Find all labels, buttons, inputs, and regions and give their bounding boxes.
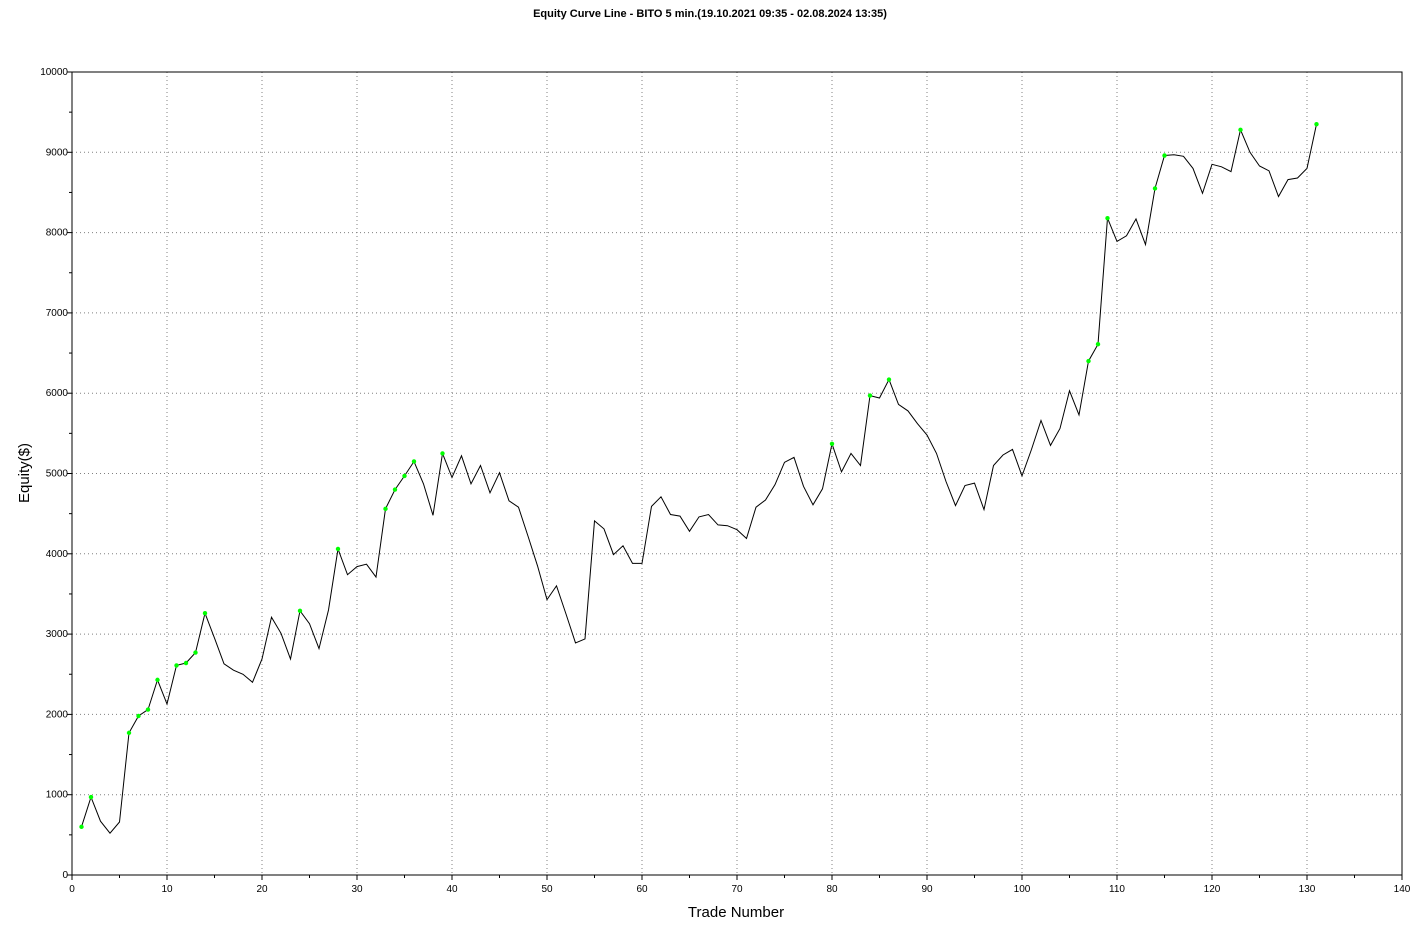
- equity-high-marker: [867, 393, 873, 398]
- equity-high-marker: [1105, 215, 1110, 221]
- x-tick-label: 70: [731, 884, 743, 895]
- x-tick-label: 80: [826, 884, 838, 895]
- x-axis: 0 10 20 30 40 50 60 70 80 90 100 110 120 130 140: [69, 875, 1411, 895]
- equity-high-marker: [202, 611, 208, 616]
- x-tick-label: 40: [446, 884, 458, 895]
- equity-series: [79, 121, 1319, 834]
- x-tick-label: 140: [1394, 884, 1411, 895]
- y-tick-label: 10000: [40, 67, 68, 78]
- equity-high-marker: [297, 608, 303, 614]
- y-tick-label: 5000: [46, 469, 69, 480]
- x-tick-label: 50: [541, 884, 553, 895]
- y-tick-label: 8000: [46, 228, 69, 239]
- equity-high-marker: [411, 459, 417, 464]
- equity-chart: Equity Curve Line - BITO 5 min.(19.10.20…: [16, 8, 1411, 921]
- chart-title: Equity Curve Line - BITO 5 min.(19.10.20…: [533, 8, 887, 20]
- equity-high-marker: [1095, 342, 1101, 347]
- equity-high-marker: [174, 663, 179, 668]
- x-tick-label: 30: [351, 884, 363, 895]
- equity-high-marker: [1314, 121, 1319, 127]
- x-tick-label: 120: [1204, 884, 1221, 895]
- equity-line: [81, 124, 1317, 834]
- equity-high-marker: [193, 650, 198, 655]
- equity-high-marker: [886, 377, 892, 382]
- equity-high-marker: [155, 677, 160, 683]
- x-tick-label: 10: [161, 884, 173, 895]
- x-tick-label: 130: [1299, 884, 1316, 895]
- y-axis-title: Equity($): [16, 443, 33, 503]
- equity-high-marker: [440, 451, 445, 456]
- x-axis-title: Trade Number: [688, 904, 784, 921]
- equity-high-marker: [392, 487, 398, 492]
- equity-high-marker: [136, 713, 141, 719]
- equity-high-marker: [1238, 127, 1243, 133]
- x-tick-label: 110: [1109, 884, 1125, 895]
- equity-high-marker: [145, 707, 151, 712]
- equity-high-marker: [383, 506, 388, 512]
- y-tick-label: 0: [62, 870, 68, 881]
- x-tick-label: 60: [636, 884, 648, 895]
- equity-high-marker: [88, 794, 94, 800]
- equity-high-marker: [1162, 153, 1167, 158]
- y-tick-label: 9000: [46, 147, 69, 158]
- y-tick-label: 4000: [46, 549, 69, 560]
- equity-high-marker: [79, 824, 84, 830]
- equity-high-marker: [335, 546, 341, 552]
- y-tick-label: 6000: [46, 388, 69, 399]
- x-tick-label: 100: [1014, 884, 1031, 895]
- y-tick-label: 7000: [46, 308, 69, 319]
- equity-high-marker: [183, 660, 189, 666]
- equity-high-marker: [1152, 186, 1158, 191]
- y-tick-label: 1000: [46, 790, 69, 801]
- x-tick-label: 0: [69, 884, 75, 895]
- equity-high-marker: [829, 441, 835, 446]
- x-tick-label: 20: [256, 884, 268, 895]
- y-tick-label: 2000: [46, 709, 69, 720]
- y-tick-label: 3000: [46, 629, 69, 640]
- y-axis: 0 1000 2000 3000 4000 5000 6000 7000 8000 9000 100…: [40, 67, 72, 881]
- equity-high-marker: [402, 473, 407, 479]
- x-tick-label: 90: [921, 884, 933, 895]
- equity-high-marker: [126, 730, 132, 736]
- equity-high-marker: [1086, 358, 1091, 364]
